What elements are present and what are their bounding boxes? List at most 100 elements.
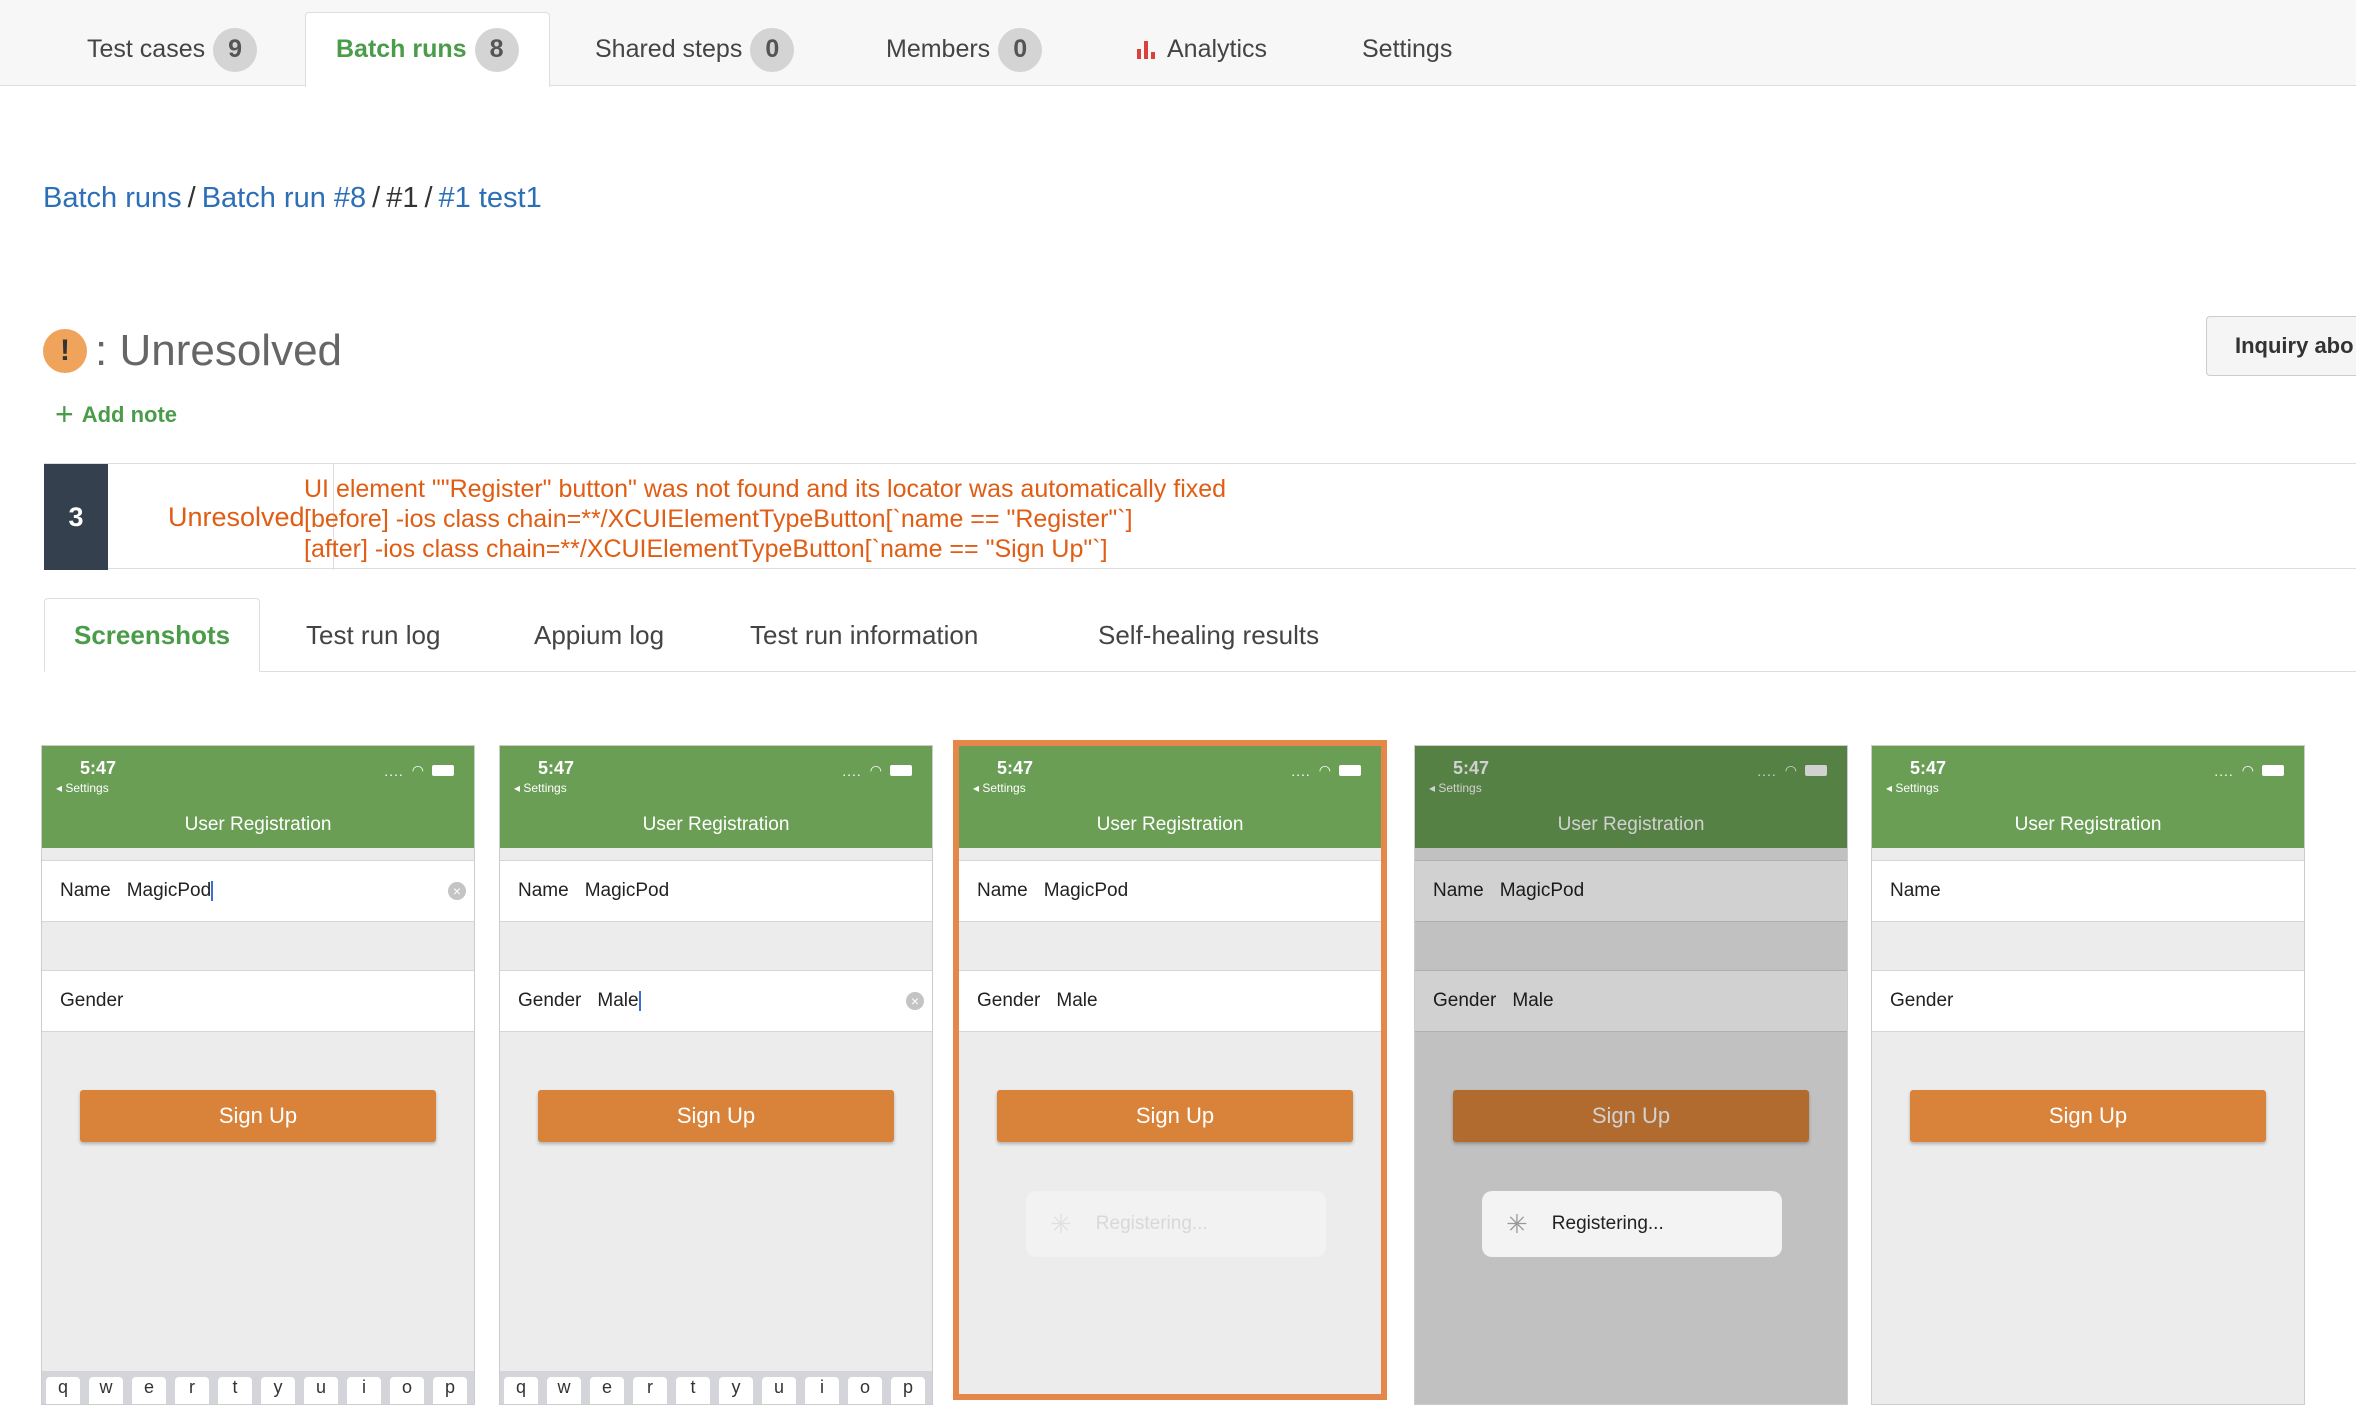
breadcrumb-batch-runs[interactable]: Batch runs — [43, 182, 182, 214]
signal-icon: .... — [2214, 762, 2234, 779]
screenshot-5[interactable]: 5:47 ◂ Settings .... ◠ User Registration … — [1871, 745, 2305, 1405]
warning-icon: ! — [43, 329, 87, 373]
screen-title: User Registration — [184, 814, 332, 835]
key: o — [848, 1377, 882, 1404]
breadcrumb-separator: / — [187, 182, 196, 214]
result-status: ! : Unresolved — [43, 326, 342, 376]
back-to-settings: ◂ Settings — [973, 781, 1026, 795]
screenshot-4[interactable]: 5:47 ◂ Settings .... ◠ User Registration … — [1414, 745, 1848, 1405]
gender-field: Gender Male — [959, 970, 1381, 1032]
back-to-settings: ◂ Settings — [514, 781, 567, 795]
key: u — [762, 1377, 796, 1404]
wifi-icon: ◠ — [411, 762, 424, 778]
inquiry-button[interactable]: Inquiry abo — [2206, 316, 2356, 376]
tab-label: Batch runs — [336, 35, 467, 63]
count-badge: 8 — [474, 27, 519, 72]
key: p — [891, 1377, 925, 1404]
key: r — [175, 1377, 209, 1404]
back-to-settings: ◂ Settings — [56, 781, 109, 795]
add-note-label: Add note — [81, 401, 178, 427]
screenshot-1[interactable]: 5:47 ◂ Settings .... ◠ User Registration … — [41, 745, 475, 1405]
gender-field: Gender — [42, 970, 474, 1032]
key: e — [590, 1377, 624, 1404]
key: u — [304, 1377, 338, 1404]
gender-label: Gender — [518, 990, 582, 1011]
gender-value: Male — [597, 990, 639, 1011]
screen-title: User Registration — [1096, 814, 1244, 835]
gender-value: Male — [1056, 990, 1098, 1011]
key: r — [633, 1377, 667, 1404]
clear-icon: × — [448, 882, 466, 900]
wifi-icon: ◠ — [1318, 762, 1331, 778]
tab-test-cases[interactable]: Test cases 9 — [57, 12, 287, 87]
message-line: [after] -ios class chain=**/XCUIElementT… — [304, 535, 1108, 563]
tab-test-run-information[interactable]: Test run information — [721, 598, 1007, 672]
message-line: UI element ""Register" button" was not f… — [304, 475, 1227, 503]
text-cursor — [211, 881, 214, 901]
spinner-icon: ✳ — [1506, 1208, 1528, 1239]
tab-label: Test cases — [87, 35, 206, 63]
tab-members[interactable]: Members 0 — [856, 12, 1072, 87]
status-text: : Unresolved — [95, 326, 343, 375]
key: e — [132, 1377, 166, 1404]
key: p — [433, 1377, 467, 1404]
phone-header: 5:47 ◂ Settings .... ◠ User Registration — [959, 746, 1381, 848]
key: w — [89, 1377, 123, 1404]
name-field: Name MagicPod — [959, 860, 1381, 922]
status-indicators: .... ◠ — [1291, 762, 1361, 779]
key: i — [805, 1377, 839, 1404]
tab-analytics[interactable]: Analytics — [1107, 12, 1297, 87]
tab-test-run-log[interactable]: Test run log — [277, 598, 469, 672]
wifi-icon: ◠ — [869, 762, 882, 778]
tab-screenshots[interactable]: Screenshots — [44, 598, 261, 672]
name-field: Name — [1872, 860, 2304, 922]
wifi-icon: ◠ — [2241, 762, 2254, 778]
phone-header: 5:47 ◂ Settings .... ◠ User Registration — [42, 746, 474, 848]
name-label: Name — [977, 880, 1028, 901]
tab-shared-steps[interactable]: Shared steps 0 — [565, 12, 824, 87]
status-time: 5:47 — [997, 758, 1034, 778]
add-note-button[interactable]: + Add note — [55, 396, 177, 433]
screen-title: User Registration — [2014, 814, 2162, 835]
loading-text: Registering... — [1095, 1213, 1208, 1234]
back-to-settings: ◂ Settings — [1886, 781, 1939, 795]
tab-appium-log[interactable]: Appium log — [505, 598, 693, 672]
key: q — [504, 1377, 538, 1404]
name-label: Name — [518, 880, 569, 901]
gender-field: Gender — [1872, 970, 2304, 1032]
screenshot-2[interactable]: 5:47 ◂ Settings .... ◠ User Registration … — [499, 745, 933, 1405]
sign-up-button: Sign Up — [1910, 1090, 2266, 1142]
name-value: MagicPod — [1043, 880, 1129, 901]
name-label: Name — [60, 880, 111, 901]
status-indicators: .... ◠ — [842, 762, 912, 779]
step-message: UI element ""Register" button" was not f… — [304, 474, 1226, 564]
key: y — [719, 1377, 753, 1404]
breadcrumb-batch-run[interactable]: Batch run #8 — [202, 182, 366, 214]
key: i — [347, 1377, 381, 1404]
tab-settings[interactable]: Settings — [1332, 12, 1482, 87]
count-badge: 0 — [750, 27, 795, 72]
name-field: Name MagicPod × — [42, 860, 474, 922]
sign-up-button: Sign Up — [80, 1090, 436, 1142]
loading-toast: ✳ Registering... — [1482, 1191, 1782, 1257]
screenshot-3-selected[interactable]: 5:47 ◂ Settings .... ◠ User Registration … — [953, 740, 1387, 1400]
top-nav: Test cases 9 Batch runs 8 Shared steps 0… — [0, 0, 2356, 87]
breadcrumb: Batch runs / Batch run #8/#1/#1 test1 — [43, 182, 542, 215]
tab-label: Settings — [1362, 35, 1453, 63]
gender-label: Gender — [977, 990, 1041, 1011]
breadcrumb-separator: / — [372, 182, 381, 214]
clear-icon: × — [906, 992, 924, 1010]
key: w — [547, 1377, 581, 1404]
key: q — [46, 1377, 80, 1404]
name-field: Name MagicPod — [500, 860, 932, 922]
breadcrumb-test[interactable]: #1 test1 — [439, 182, 542, 214]
status-time: 5:47 — [80, 758, 117, 778]
message-line: [before] -ios class chain=**/XCUIElement… — [304, 505, 1133, 533]
key: t — [218, 1377, 252, 1404]
tab-batch-runs[interactable]: Batch runs 8 — [305, 12, 550, 87]
tab-self-healing-results[interactable]: Self-healing results — [1069, 598, 1348, 672]
keyboard: qwertyuiop — [500, 1371, 932, 1404]
plus-icon: + — [55, 396, 74, 432]
step-number: 3 — [44, 464, 108, 570]
screen-title: User Registration — [642, 814, 790, 835]
